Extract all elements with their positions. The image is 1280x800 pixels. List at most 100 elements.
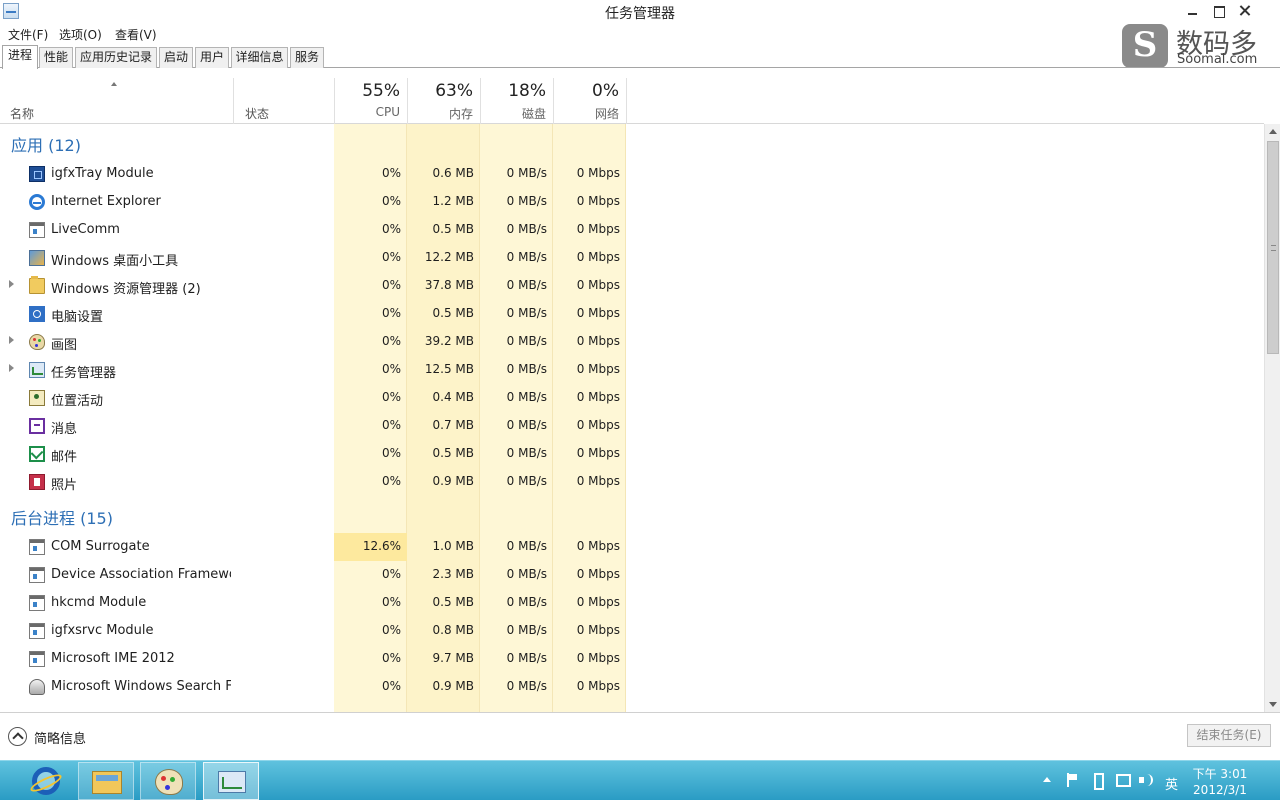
disk-value: 0 MB/s (506, 166, 547, 180)
volume-icon[interactable] (1139, 773, 1153, 787)
process-row[interactable]: COM Surrogate 12.6% 1.0 MB 0 MB/s 0 Mbps (0, 533, 630, 561)
scroll-down-icon[interactable] (1269, 702, 1277, 707)
taskbar-task-manager[interactable] (203, 762, 259, 800)
show-hidden-icons-icon[interactable] (1043, 777, 1051, 782)
tab-4[interactable]: 用户 (195, 47, 229, 68)
cpu-value: 0% (381, 567, 401, 581)
column-divider[interactable] (233, 78, 234, 124)
memory-value: 0.5 MB (432, 222, 474, 236)
menu-item[interactable]: 选项(O) (59, 26, 102, 43)
mail-icon (29, 446, 45, 462)
scrollbar-thumb[interactable] (1267, 141, 1279, 354)
tab-2[interactable]: 应用历史记录 (75, 47, 157, 68)
memory-value: 0.9 MB (432, 474, 474, 488)
disk-value: 0 MB/s (506, 418, 547, 432)
clock-time: 下午 3:01 (1192, 767, 1248, 781)
cpu-value: 0% (381, 194, 401, 208)
network-value: 0 Mbps (576, 418, 620, 432)
tab-1[interactable]: 性能 (39, 47, 73, 68)
process-name: Microsoft Windows Search Fi... (51, 679, 231, 694)
maximize-button[interactable] (1208, 2, 1230, 20)
process-row[interactable]: igfxsrvc Module 0% 0.8 MB 0 MB/s 0 Mbps (0, 617, 630, 645)
expand-arrow-icon[interactable] (9, 364, 14, 372)
process-row[interactable]: 位置活动 0% 0.4 MB 0 MB/s 0 Mbps (0, 384, 630, 412)
input-language-indicator[interactable]: 英 (1165, 774, 1178, 793)
chevron-up-icon[interactable] (8, 727, 27, 746)
disk-value: 0 MB/s (506, 194, 547, 208)
messaging-icon (29, 418, 45, 434)
folder-icon (92, 771, 122, 794)
ie-icon (32, 767, 60, 795)
process-row[interactable]: Windows 资源管理器 (2) 0% 37.8 MB 0 MB/s 0 Mbps (0, 272, 630, 300)
process-row[interactable]: 邮件 0% 0.5 MB 0 MB/s 0 Mbps (0, 440, 630, 468)
disk-value: 0 MB/s (506, 679, 547, 693)
minimize-button[interactable] (1182, 2, 1204, 20)
cpu-value: 0% (381, 250, 401, 264)
end-task-button[interactable]: 结束任务(E) (1187, 724, 1271, 747)
tab-3[interactable]: 启动 (159, 47, 193, 68)
process-row[interactable]: Microsoft IME 2012 0% 9.7 MB 0 MB/s 0 Mbps (0, 645, 630, 673)
process-row[interactable]: 电脑设置 0% 0.5 MB 0 MB/s 0 Mbps (0, 300, 630, 328)
process-row[interactable]: 照片 0% 0.9 MB 0 MB/s 0 Mbps (0, 468, 630, 496)
taskbar-paint[interactable] (140, 762, 196, 800)
fewer-details-link[interactable]: 简略信息 (34, 728, 86, 747)
group-header[interactable]: 后台进程 (15) (11, 505, 113, 529)
action-center-flag-icon[interactable] (1066, 773, 1080, 787)
taskbar-explorer[interactable] (78, 762, 134, 800)
process-row[interactable]: 任务管理器 0% 12.5 MB 0 MB/s 0 Mbps (0, 356, 630, 384)
process-row[interactable]: Device Association Framewo... 0% 2.3 MB 0 M… (0, 561, 630, 589)
tab-6[interactable]: 服务 (290, 47, 324, 68)
column-disk[interactable]: 18% 磁盘 (480, 68, 553, 124)
vertical-scrollbar[interactable] (1264, 124, 1280, 712)
column-divider[interactable] (626, 78, 627, 124)
process-row[interactable]: igfxTray Module 0% 0.6 MB 0 MB/s 0 Mbps (0, 160, 630, 188)
column-cpu[interactable]: 55% CPU (334, 68, 407, 124)
cpu-value: 0% (381, 334, 401, 348)
memory-value: 0.6 MB (432, 166, 474, 180)
close-button[interactable] (1234, 2, 1256, 20)
process-row[interactable]: Microsoft Windows Search Fi... 0% 0.9 MB 0 … (0, 673, 630, 701)
scroll-up-icon[interactable] (1269, 129, 1277, 134)
sort-ascending-icon[interactable] (111, 82, 117, 86)
column-memory[interactable]: 63% 内存 (407, 68, 480, 124)
paint-icon (155, 769, 183, 795)
memory-value: 0.5 MB (432, 446, 474, 460)
network-icon[interactable] (1115, 773, 1131, 787)
generic-app-icon (29, 623, 45, 639)
process-row[interactable]: hkcmd Module 0% 0.5 MB 0 MB/s 0 Mbps (0, 589, 630, 617)
network-value: 0 Mbps (576, 539, 620, 553)
network-value: 0 Mbps (576, 166, 620, 180)
column-status[interactable]: 状态 (245, 105, 269, 122)
column-name[interactable]: 名称 (10, 105, 34, 122)
disk-value: 0 MB/s (506, 334, 547, 348)
network-value: 0 Mbps (576, 651, 620, 665)
process-row[interactable]: 画图 0% 39.2 MB 0 MB/s 0 Mbps (0, 328, 630, 356)
column-network[interactable]: 0% 网络 (553, 68, 626, 124)
process-row[interactable]: LiveComm 0% 0.5 MB 0 MB/s 0 Mbps (0, 216, 630, 244)
disk-label: 磁盘 (521, 107, 546, 121)
clock-date: 2012/3/1 (1193, 783, 1247, 797)
tab-0[interactable]: 进程 (2, 45, 38, 69)
process-row[interactable]: Internet Explorer 0% 1.2 MB 0 MB/s 0 Mbps (0, 188, 630, 216)
expand-arrow-icon[interactable] (9, 336, 14, 344)
folder-icon (29, 276, 45, 294)
cpu-value: 12.6% (362, 539, 401, 553)
cpu-value: 0% (381, 166, 401, 180)
generic-app-icon (29, 222, 45, 238)
tab-5[interactable]: 详细信息 (231, 47, 288, 68)
memory-value: 2.3 MB (432, 567, 474, 581)
network-value: 0 Mbps (576, 474, 620, 488)
expand-arrow-icon[interactable] (9, 280, 14, 288)
taskbar-ie[interactable] (18, 762, 74, 800)
title-bar: 任务管理器 (0, 0, 1280, 24)
menu-item[interactable]: 文件(F) (8, 26, 48, 43)
memory-value: 0.4 MB (432, 390, 474, 404)
process-row[interactable]: Windows 桌面小工具 0% 12.2 MB 0 MB/s 0 Mbps (0, 244, 630, 272)
group-header[interactable]: 应用 (12) (11, 132, 81, 156)
process-row[interactable]: 消息 0% 0.7 MB 0 MB/s 0 Mbps (0, 412, 630, 440)
memory-value: 0.9 MB (432, 679, 474, 693)
power-icon[interactable] (1091, 773, 1105, 790)
generic-app-icon (29, 595, 45, 611)
menu-item[interactable]: 查看(V) (115, 26, 157, 43)
system-clock[interactable]: 下午 3:01 2012/3/1 (1190, 766, 1250, 798)
